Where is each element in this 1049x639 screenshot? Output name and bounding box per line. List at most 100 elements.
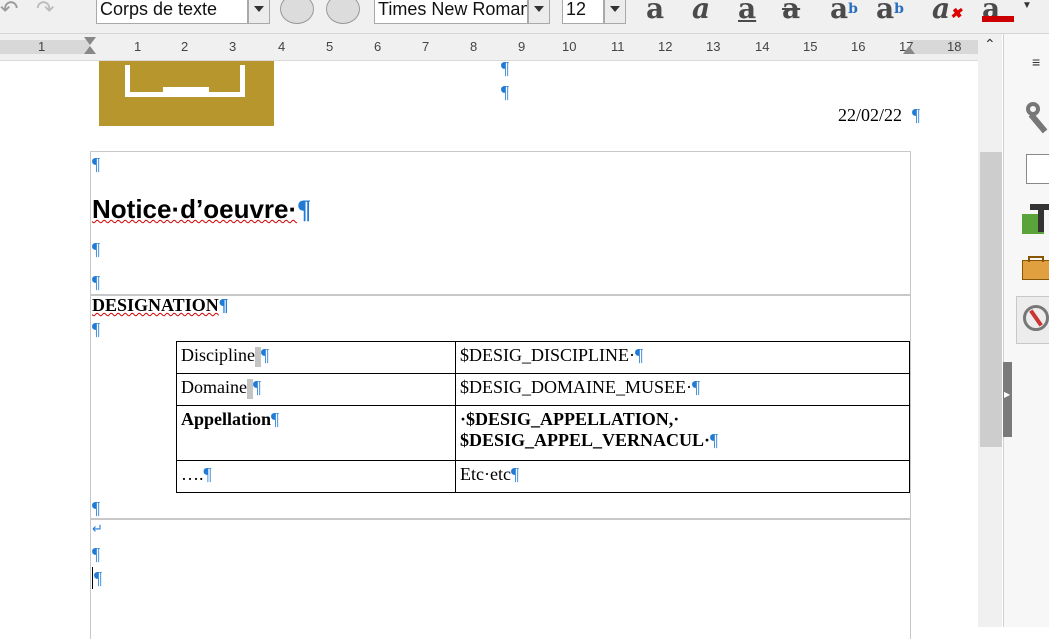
paragraph-mark: ¶ [92, 544, 101, 564]
table-cell-value[interactable]: ·$DESIG_APPELLATION,· $DESIG_APPEL_VERNAC… [455, 405, 910, 461]
document-date: 22/02/22 [838, 105, 903, 125]
paragraph-mark: ¶ [635, 345, 644, 365]
text-cursor [92, 567, 93, 589]
properties-wrench-icon[interactable] [1022, 98, 1049, 134]
ruler-label: 14 [755, 39, 770, 54]
table-cell-label[interactable]: Appellation¶ [176, 405, 456, 461]
ruler-label: 2 [181, 39, 189, 54]
font-name-select[interactable]: Times New Roman [374, 0, 528, 24]
paragraph-mark: ¶ [501, 58, 510, 78]
table-cell-label[interactable]: Domaine ¶ [176, 373, 456, 406]
underline-icon[interactable]: a [738, 0, 756, 24]
sidebar-menu-icon[interactable]: ≡ [1032, 54, 1040, 70]
table-row: ….¶ Etc·etc¶ [176, 460, 910, 493]
paragraph-mark: ¶ [92, 239, 101, 259]
table-row: Appellation¶ ·$DESIG_APPELLATION,· $DESIG… [176, 405, 910, 461]
document-title: Notice·d’oeuvre·¶ [92, 194, 311, 225]
paragraph-style-value: Corps de texte [100, 0, 218, 19]
paragraph-mark: ¶ [92, 319, 101, 339]
ruler-label: 1 [134, 39, 142, 54]
cell-text: Appellation [181, 409, 272, 429]
undo-icon[interactable]: ↶ [0, 0, 18, 22]
left-indent-marker[interactable] [84, 37, 96, 45]
table-cell-value[interactable]: Etc·etc¶ [455, 460, 910, 493]
chevron-right-icon: ▶ [1004, 390, 1011, 399]
ruler-label: 16 [851, 39, 866, 54]
paragraph-mark: ¶ [203, 464, 212, 484]
paragraph-style-dropdown-button[interactable] [248, 0, 270, 24]
ruler-label: 18 [947, 39, 962, 54]
cell-text: $DESIG_DOMAINE_MUSEE· [460, 377, 692, 397]
paragraph-mark: ¶ [297, 195, 312, 224]
paragraph-style-select[interactable]: Corps de texte [96, 0, 248, 24]
superscript-icon[interactable]: ab [830, 0, 858, 24]
paragraph-mark: ¶ [92, 154, 101, 174]
right-indent-marker[interactable] [903, 46, 915, 54]
bold-icon[interactable]: a [646, 0, 664, 24]
font-name-dropdown-button[interactable] [528, 0, 550, 24]
ruler-label: 10 [562, 39, 577, 54]
table-cell-label[interactable]: Discipline ¶ [176, 341, 456, 374]
logo-mark-bar [163, 87, 209, 93]
body-section-frame [90, 518, 911, 639]
ruler-label: 3 [229, 39, 237, 54]
font-name-value: Times New Roman [378, 0, 528, 19]
gallery-icon[interactable] [1022, 256, 1049, 282]
formatting-toolbar: ↶ ↷ Corps de texte Times New Roman 12 a … [0, 0, 1049, 34]
chevron-down-icon[interactable]: ▼ [1022, 0, 1032, 11]
paragraph-mark: ¶ [261, 345, 270, 365]
paragraph-mark: ¶ [218, 295, 229, 315]
ruler-margin-right [910, 40, 978, 54]
cell-text: Domaine [181, 377, 247, 397]
paragraph-mark: ¶ [510, 464, 520, 484]
ruler-label: 5 [326, 39, 334, 54]
ruler-label: 8 [470, 39, 478, 54]
ruler-label: 6 [374, 39, 382, 54]
font-color-swatch [982, 16, 1014, 22]
logo-image [99, 61, 274, 126]
new-style-icon[interactable] [326, 0, 360, 24]
ruler-label: 9 [518, 39, 526, 54]
ruler-label: 1 [38, 39, 46, 54]
page-icon[interactable] [1026, 154, 1049, 184]
cell-text: Etc·etc [460, 464, 511, 484]
navigator-icon[interactable] [1016, 296, 1049, 344]
designation-table: Discipline ¶ $DESIG_DISCIPLINE·¶ Domaine ¶… [176, 341, 910, 493]
update-style-icon[interactable] [280, 0, 314, 24]
paragraph-mark: ¶ [912, 105, 921, 125]
strikethrough-icon[interactable]: a [782, 0, 800, 24]
logo-mark-notch [227, 67, 235, 85]
table-cell-value[interactable]: $DESIG_DISCIPLINE·¶ [455, 341, 910, 374]
first-line-indent-marker[interactable] [84, 46, 96, 54]
clear-formatting-icon[interactable]: a✖ [932, 0, 962, 24]
subscript-icon[interactable]: ab [876, 0, 904, 24]
styles-icon[interactable] [1022, 204, 1049, 236]
paragraph-mark: ¶ [92, 498, 101, 518]
italic-icon[interactable]: a [692, 0, 710, 24]
cell-text: ·$DESIG_APPELLATION,· [460, 409, 680, 429]
paragraph-mark: ¶ [692, 377, 701, 397]
ruler-label: 11 [611, 39, 625, 54]
scroll-up-icon[interactable]: ⌃ [984, 36, 996, 53]
ruler-label: 7 [422, 39, 430, 54]
ruler-label: 15 [803, 39, 818, 54]
scrollbar-thumb[interactable] [980, 152, 1002, 447]
table-cell-value[interactable]: $DESIG_DOMAINE_MUSEE·¶ [455, 373, 910, 406]
section-heading-text: DESIGNATION [92, 295, 219, 315]
font-size-dropdown-button[interactable] [604, 0, 626, 24]
section-heading: DESIGNATION¶ [92, 295, 228, 316]
table-cell-label[interactable]: ….¶ [176, 460, 456, 493]
paragraph-mark: ¶ [271, 409, 280, 429]
font-size-select[interactable]: 12 [562, 0, 604, 24]
sidebar-collapse-handle[interactable]: ▶ [1003, 362, 1012, 437]
ruler-label: 4 [278, 39, 286, 54]
ruler-label: 12 [658, 39, 673, 54]
font-size-value: 12 [566, 0, 587, 19]
line-break-mark: ↵ [92, 521, 103, 536]
horizontal-ruler[interactable]: 1 1 2 3 4 5 6 7 8 9 10 11 12 13 14 15 16… [0, 34, 978, 61]
cell-text: $DESIG_DISCIPLINE· [460, 345, 635, 365]
sidebar-deck: ≡ [1003, 34, 1049, 627]
redo-icon[interactable]: ↷ [36, 0, 54, 22]
paragraph-mark: ¶ [252, 377, 262, 397]
table-row: Domaine ¶ $DESIG_DOMAINE_MUSEE·¶ [176, 373, 910, 406]
